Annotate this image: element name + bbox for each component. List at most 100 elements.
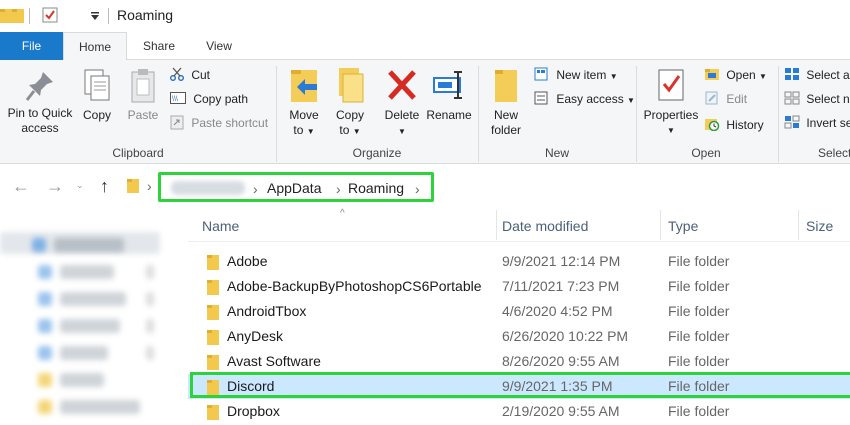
copy-label: Copy bbox=[82, 108, 111, 122]
new-item-button[interactable]: New item ▼ bbox=[534, 64, 618, 86]
chevron-right-icon[interactable]: › bbox=[147, 178, 152, 194]
column-divider[interactable] bbox=[798, 210, 799, 240]
recent-locations-chevron-icon[interactable]: ⌄ bbox=[76, 180, 84, 191]
delete-button[interactable]: Delete ▼ bbox=[381, 66, 423, 139]
pin-icon bbox=[25, 72, 53, 101]
properties-button[interactable]: Properties ▼ bbox=[640, 66, 702, 138]
paste-shortcut-button[interactable]: Paste shortcut bbox=[170, 112, 268, 134]
pin-label-line1: Pin to Quick bbox=[7, 106, 73, 120]
highlight-box bbox=[190, 372, 850, 398]
column-name[interactable]: Name bbox=[202, 218, 239, 234]
rename-label: Rename bbox=[426, 108, 472, 122]
file-date: 2/19/2020 9:55 AM bbox=[502, 403, 620, 419]
file-type: File folder bbox=[668, 278, 730, 294]
folder-icon bbox=[207, 305, 219, 320]
pin-to-quick-access-button[interactable]: Pin to Quick access bbox=[2, 70, 78, 136]
invert-selection-icon bbox=[784, 115, 800, 129]
invert-selection-label: Invert selection bbox=[806, 116, 850, 130]
file-date: 6/26/2020 10:22 PM bbox=[502, 328, 629, 344]
nav-item-icon bbox=[38, 346, 52, 360]
column-divider[interactable] bbox=[496, 210, 497, 240]
copy-path-button[interactable]: \\\ Copy path bbox=[170, 88, 248, 110]
file-name: AnyDesk bbox=[227, 328, 284, 344]
new-item-label: New item bbox=[556, 68, 607, 82]
cut-label: Cut bbox=[191, 68, 211, 82]
properties-check-icon[interactable] bbox=[42, 7, 58, 23]
history-button[interactable]: History bbox=[704, 114, 764, 136]
copy-icon bbox=[84, 69, 110, 101]
customize-dropdown-icon[interactable] bbox=[90, 11, 100, 21]
new-folder-icon[interactable] bbox=[12, 8, 24, 24]
group-divider bbox=[778, 66, 779, 162]
file-name: Dropbox bbox=[227, 403, 280, 419]
paste-icon bbox=[131, 69, 155, 103]
folder-icon bbox=[127, 179, 139, 193]
column-divider[interactable] bbox=[660, 210, 661, 240]
scissors-icon bbox=[170, 67, 184, 81]
folder-icon bbox=[207, 330, 219, 345]
nav-pin-icon bbox=[146, 346, 154, 360]
window-title: Roaming bbox=[117, 7, 174, 23]
table-row[interactable]: Dropbox 2/19/2020 9:55 AM File folder bbox=[188, 399, 850, 424]
edit-button[interactable]: Edit bbox=[704, 88, 747, 110]
chevron-right-icon[interactable]: › bbox=[336, 181, 341, 197]
select-all-icon bbox=[785, 68, 799, 80]
nav-item-icon bbox=[38, 319, 52, 333]
folder-icon bbox=[207, 280, 219, 295]
table-row[interactable]: Adobe-BackupByPhotoshopCS6Portable 7/11/… bbox=[188, 274, 850, 299]
copy-path-icon: \\\ bbox=[170, 92, 186, 104]
tab-view[interactable]: View bbox=[190, 32, 248, 60]
paste-label: Paste bbox=[127, 108, 159, 122]
file-name: AndroidTbox bbox=[227, 303, 307, 319]
table-row[interactable]: AnyDesk 6/26/2020 10:22 PM File folder bbox=[188, 324, 850, 349]
move-to-icon bbox=[291, 70, 317, 102]
folder-icon bbox=[207, 255, 219, 270]
move-to-label-1: Move bbox=[289, 108, 319, 122]
table-row[interactable]: Avast Software 8/26/2020 9:55 AM File fo… bbox=[188, 349, 850, 374]
tab-file[interactable]: File bbox=[0, 32, 63, 60]
table-row[interactable]: AndroidTbox 4/6/2020 4:52 PM File folder bbox=[188, 299, 850, 324]
column-type[interactable]: Type bbox=[668, 218, 698, 234]
edit-label: Edit bbox=[726, 92, 748, 106]
nav-item-label bbox=[54, 238, 124, 252]
select-all-button[interactable]: Select all bbox=[784, 64, 850, 86]
column-date-modified[interactable]: Date modified bbox=[502, 218, 588, 234]
open-folder-icon bbox=[705, 69, 719, 80]
chevron-right-icon[interactable]: › bbox=[253, 181, 258, 197]
properties-dropdown-icon: ▼ bbox=[667, 126, 675, 135]
select-none-label: Select none bbox=[806, 92, 850, 106]
nav-item-icon bbox=[38, 292, 52, 306]
easy-access-button[interactable]: Easy access ▼ bbox=[534, 88, 635, 110]
copy-to-button[interactable]: Copy to ▼ bbox=[330, 66, 370, 139]
group-label-organize: Organize bbox=[352, 146, 402, 160]
file-type: File folder bbox=[668, 303, 730, 319]
cut-button[interactable]: Cut bbox=[170, 64, 210, 86]
user-folder-crumb[interactable] bbox=[171, 181, 245, 195]
rename-button[interactable]: Rename bbox=[426, 66, 472, 123]
select-all-label: Select all bbox=[806, 68, 850, 82]
invert-selection-button[interactable]: Invert selection bbox=[784, 112, 850, 134]
new-folder-button[interactable]: New folder bbox=[484, 66, 528, 138]
crumb-appdata[interactable]: AppData bbox=[267, 180, 321, 196]
chevron-right-icon[interactable]: › bbox=[415, 181, 420, 197]
move-to-button[interactable]: Move to ▼ bbox=[284, 66, 324, 139]
file-date: 9/9/2021 12:14 PM bbox=[502, 253, 621, 269]
copy-button[interactable]: Copy bbox=[78, 68, 116, 123]
tab-share[interactable]: Share bbox=[130, 32, 188, 60]
nav-item-label bbox=[60, 400, 140, 414]
select-none-button[interactable]: Select none bbox=[784, 88, 850, 110]
back-arrow-icon[interactable]: ← bbox=[12, 176, 30, 197]
paste-button[interactable]: Paste bbox=[122, 68, 164, 123]
divider bbox=[29, 8, 30, 24]
crumb-roaming[interactable]: Roaming bbox=[348, 180, 404, 196]
file-type: File folder bbox=[668, 328, 730, 344]
tab-home[interactable]: Home bbox=[63, 32, 127, 61]
ribbon: Pin to Quick access Copy Paste Cut \\\ C… bbox=[0, 60, 850, 164]
column-size[interactable]: Size bbox=[806, 218, 833, 234]
open-button[interactable]: Open ▼ bbox=[704, 64, 767, 86]
table-row[interactable]: Adobe 9/9/2021 12:14 PM File folder bbox=[188, 249, 850, 274]
nav-item-label bbox=[60, 265, 114, 279]
up-arrow-icon[interactable]: ↑ bbox=[100, 176, 109, 197]
new-item-icon bbox=[534, 67, 548, 81]
forward-arrow-icon[interactable]: → bbox=[46, 176, 64, 197]
